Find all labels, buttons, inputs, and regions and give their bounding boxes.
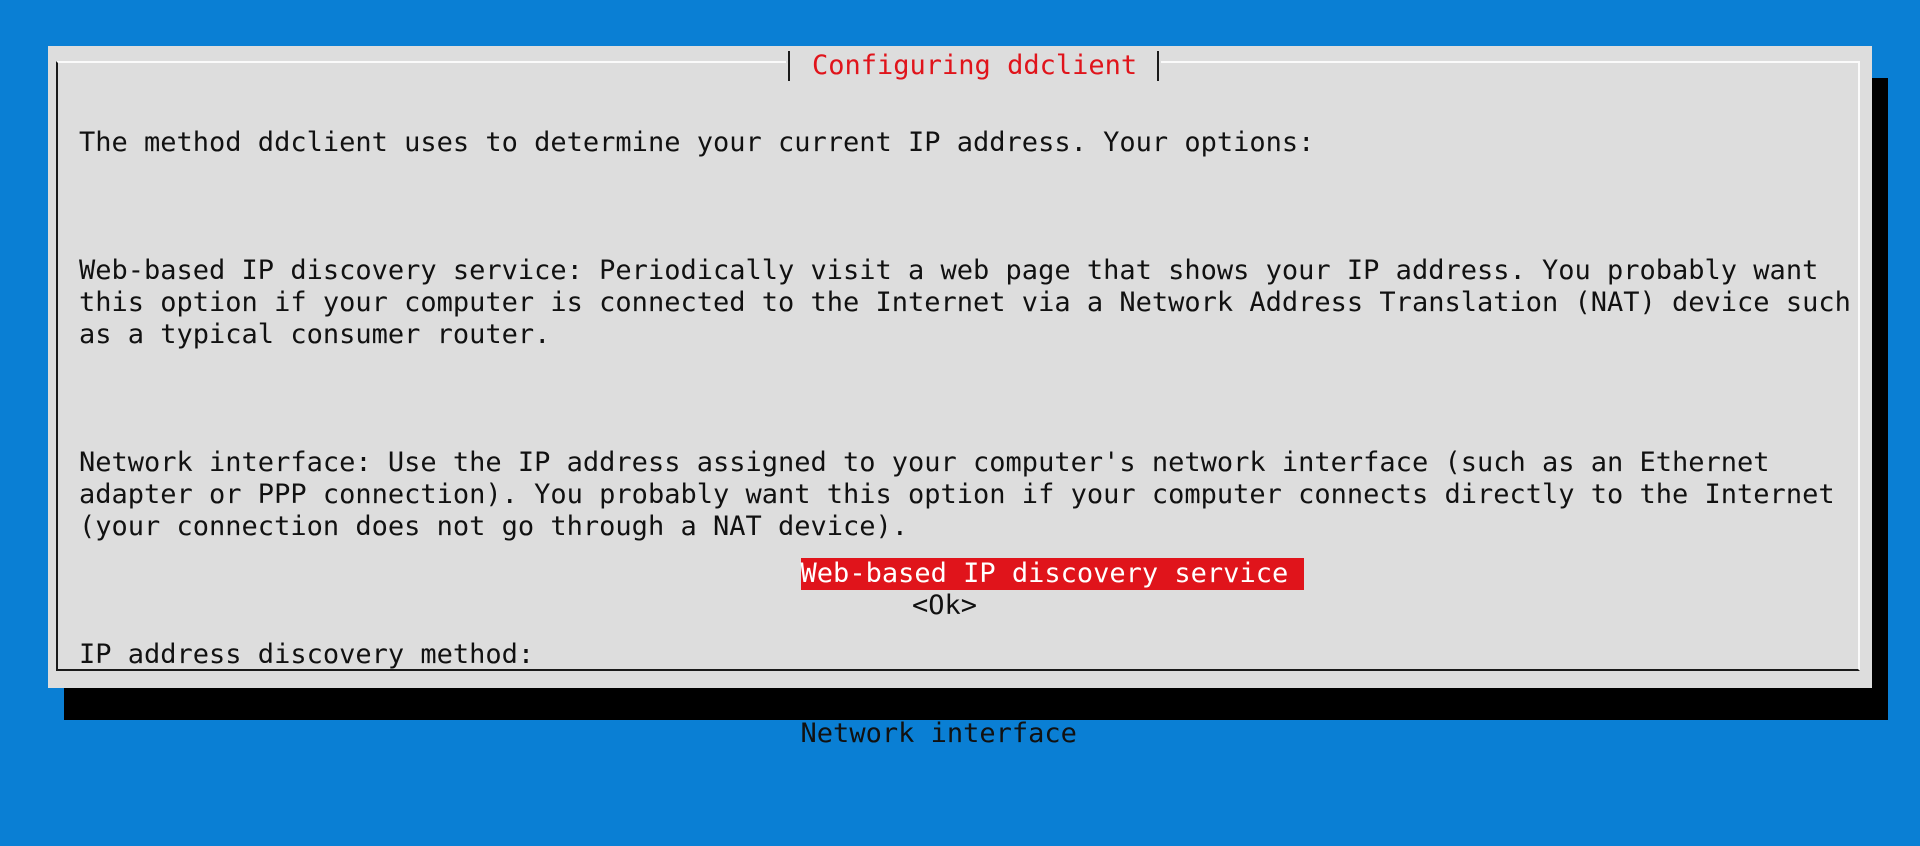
- debconf-dialog: Configuring ddclient The method ddclient…: [48, 46, 1872, 749]
- discovery-method-list: Web-based IP discovery service Network i…: [703, 462, 1305, 846]
- ok-button[interactable]: <Ok>: [912, 590, 977, 622]
- web-option-description: Web-based IP discovery service: Periodic…: [79, 255, 1851, 350]
- option-network-interface[interactable]: Network interface: [801, 718, 1093, 749]
- option-row-network: Network interface: [703, 686, 1304, 782]
- option-web-based-ip-discovery[interactable]: Web-based IP discovery service: [800, 558, 1305, 590]
- intro-text: The method ddclient uses to determine yo…: [79, 127, 1315, 158]
- option-row-web: Web-based IP discovery service: [703, 526, 1305, 622]
